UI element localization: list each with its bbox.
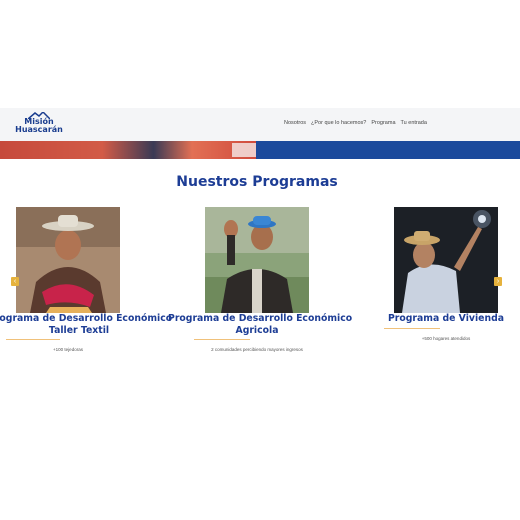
hero-photo <box>0 141 256 159</box>
program-title-vivienda[interactable]: Programa de Vivienda <box>381 313 511 325</box>
section-title: Nuestros Programas <box>176 174 338 190</box>
navbar: Misión Huascarán Nosotros ¿Por que lo ha… <box>0 108 520 141</box>
hero-banner <box>0 141 520 159</box>
title-underline <box>194 339 250 340</box>
nav-item-tu-entrada[interactable]: Tu entrada <box>401 120 427 130</box>
nav-item-por-que[interactable]: ¿Por que lo hacemos? <box>311 120 366 130</box>
chevron-right-icon: › <box>496 278 500 285</box>
nav-item-programa[interactable]: Programa <box>371 120 395 130</box>
program-stat-textil: +100 tejedoras <box>53 347 83 352</box>
title-underline <box>384 328 440 329</box>
program-title-line1: Programa de Desarrollo Económico <box>168 313 353 324</box>
title-underline <box>6 339 60 340</box>
chevron-left-icon: ‹ <box>13 278 17 285</box>
program-title-line2: Taller Textil <box>48 325 110 336</box>
program-title-line1: Programa de Desarrollo Económico <box>0 313 173 324</box>
carousel-prev-button[interactable]: ‹ <box>11 277 19 286</box>
brand-logo[interactable]: Misión Huascarán <box>14 112 64 138</box>
brand-line2: Huascarán <box>15 125 63 134</box>
program-title-textil[interactable]: Programa de Desarrollo Económico Taller … <box>0 313 173 337</box>
nav-item-nosotros[interactable]: Nosotros <box>284 120 306 130</box>
program-title-agricola[interactable]: Programa de Desarrollo Económico Agricol… <box>168 313 353 337</box>
program-stat-vivienda: +500 hogares atendidos <box>421 336 471 341</box>
hero-photo-detail <box>232 143 256 157</box>
program-title-line1: Programa de Vivienda <box>387 313 504 324</box>
carousel-next-button[interactable]: › <box>494 277 502 286</box>
nav-links: Nosotros ¿Por que lo hacemos? Programa T… <box>284 120 427 130</box>
program-stat-agricola: 2 comunidades percibiendo mayores ingres… <box>211 347 303 352</box>
program-photo-farmer[interactable] <box>205 207 309 313</box>
program-title-line2: Agricola <box>235 325 279 336</box>
program-photo-weaver[interactable] <box>16 207 120 313</box>
program-photo-housing[interactable] <box>394 207 498 313</box>
